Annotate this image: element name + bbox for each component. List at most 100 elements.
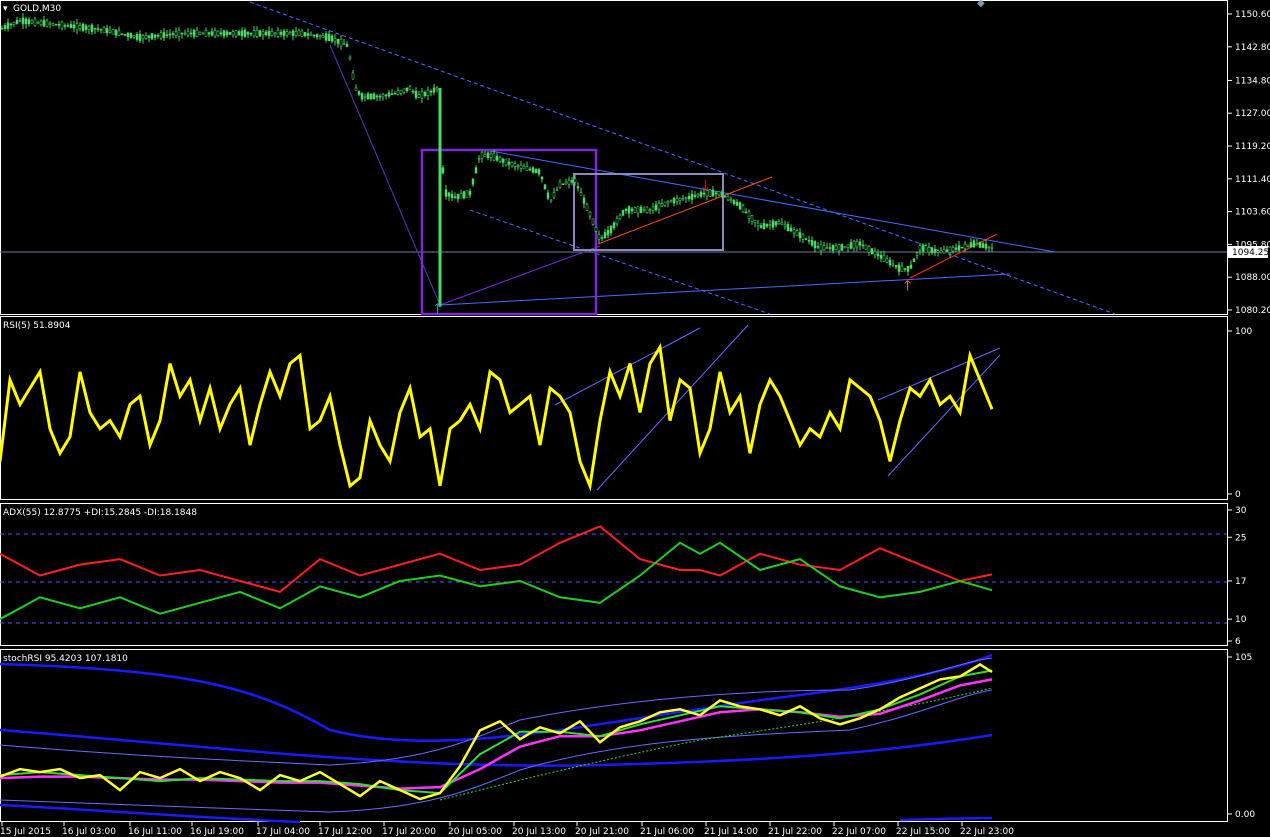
arrow-up-orange: 🡑 — [904, 278, 911, 294]
candle-body — [216, 30, 220, 36]
trading-chart: 1150.60 1142.80 1134.80 1127.00 1119.20 1111.… — [0, 0, 1270, 837]
candle-body — [474, 167, 478, 174]
candle-body — [225, 31, 229, 36]
axis-tick-label: 1103.60 — [1235, 208, 1270, 218]
candle-body — [756, 223, 760, 227]
candle-body — [534, 168, 538, 173]
candle-body — [111, 29, 115, 35]
candle-body — [867, 246, 871, 253]
candle-body — [885, 258, 889, 263]
candle-body — [45, 20, 49, 27]
candle-body — [852, 241, 856, 249]
candle-body — [78, 25, 82, 29]
candle-body — [306, 33, 310, 36]
candle-body — [588, 211, 592, 217]
candle-body — [366, 93, 370, 100]
candle-body — [9, 23, 13, 26]
candle-body — [54, 23, 58, 26]
candle-body — [600, 237, 604, 239]
time-tick-label: 20 Jul 13:00 — [512, 827, 566, 837]
candle-body — [336, 38, 340, 44]
chart-menu-triangle[interactable]: ▾ — [3, 4, 8, 14]
candle-body — [420, 91, 424, 99]
time-tick-label: 16 Jul 03:00 — [62, 827, 116, 837]
candle-body — [363, 95, 367, 98]
adx-title: ADX(55) 12.8775 +DI:15.2845 -DI:18.1848 — [3, 508, 197, 518]
candle-body — [249, 33, 253, 35]
candle-body — [900, 265, 904, 272]
candle-body — [369, 93, 373, 100]
candle-body — [918, 245, 922, 251]
candle-body — [402, 88, 406, 93]
candle-body — [408, 86, 412, 90]
axis-tick-label: 100 — [1235, 327, 1252, 337]
candle-body — [531, 167, 535, 173]
candle-body — [333, 38, 337, 42]
candle-body — [801, 234, 805, 240]
candle-body — [228, 31, 232, 35]
candle-body — [741, 205, 745, 213]
candle-body — [150, 33, 154, 40]
candle-body — [981, 243, 985, 248]
candle-body — [360, 93, 364, 100]
candle-body — [495, 155, 499, 161]
candle-body — [849, 242, 853, 249]
candle-body — [567, 179, 571, 185]
candle-body — [462, 191, 466, 199]
candle-body — [240, 30, 244, 37]
axis-tick-label: 0.00 — [1235, 810, 1255, 820]
candle-body — [471, 178, 475, 185]
candle-body — [84, 25, 88, 30]
candle-body — [165, 34, 169, 36]
candle-body — [237, 31, 241, 36]
candle-body — [399, 89, 403, 94]
candle-body — [708, 189, 712, 197]
chart-background — [0, 0, 1270, 837]
candle-body — [405, 87, 409, 91]
candle-body — [138, 33, 142, 42]
candle-body — [813, 241, 817, 249]
candle-body — [891, 263, 895, 266]
candle-body — [888, 259, 892, 266]
axis-tick-label: 105 — [1235, 653, 1252, 663]
candle-body — [771, 220, 775, 228]
axis-tick-label: 1142.80 — [1235, 43, 1270, 53]
candle-body — [570, 180, 574, 183]
candle-body — [108, 29, 112, 33]
candle-body — [903, 268, 907, 270]
candle-body — [522, 166, 526, 170]
candle-body — [987, 246, 991, 249]
candle-body — [672, 198, 676, 204]
candle-body — [255, 30, 259, 37]
candle-body — [300, 30, 304, 37]
candle-body — [936, 250, 940, 253]
candle-body — [825, 247, 829, 249]
axis-tick-label: 10 — [1235, 615, 1247, 625]
axis-tick-label: 1134.80 — [1235, 76, 1270, 86]
axis-tick-label: 1080.20 — [1235, 306, 1270, 316]
candle-body — [726, 196, 730, 201]
time-tick-label: 16 Jul 19:00 — [190, 827, 244, 837]
candle-body — [39, 20, 43, 26]
candle-body — [348, 56, 352, 60]
candle-body — [279, 31, 283, 35]
candle-body — [168, 33, 172, 36]
candle-body — [63, 25, 67, 27]
candle-body — [777, 221, 781, 225]
candle-body — [258, 30, 262, 37]
candle-body — [642, 209, 646, 211]
candle-body — [666, 201, 670, 204]
candle-body — [507, 161, 511, 165]
candle-body — [192, 30, 196, 37]
candle-body — [963, 243, 967, 249]
candle-body — [939, 250, 943, 254]
axis-tick-label: 30 — [1235, 506, 1247, 516]
candle-body — [687, 195, 691, 200]
candle-body — [171, 33, 175, 35]
candle-body — [273, 32, 277, 35]
candle-body — [357, 90, 361, 95]
candle-body — [927, 247, 931, 253]
candle-body — [15, 19, 19, 25]
candle-body — [648, 209, 652, 212]
scroll-marker-icon[interactable]: ◆ — [977, 0, 985, 9]
